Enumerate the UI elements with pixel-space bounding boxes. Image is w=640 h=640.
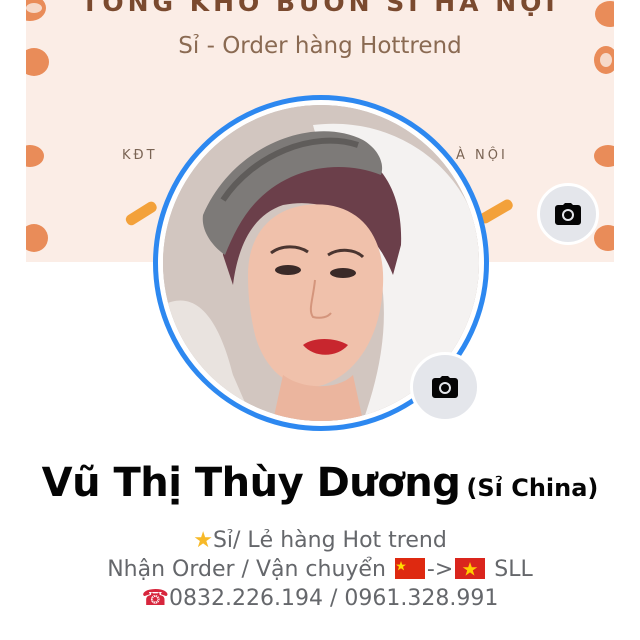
bio-line-2-arrow: -> — [426, 557, 454, 582]
profile-name-row: Vũ Thị Thùy Dương (Sỉ China) — [0, 460, 640, 506]
bio-line-3-text: 0832.226.194 / 0961.328.991 — [169, 586, 499, 611]
profile-name: Vũ Thị Thùy Dương — [41, 460, 461, 506]
bio-line-2: Nhận Order / Vận chuyển -> SLL — [0, 555, 640, 584]
telephone-icon: ☎ — [141, 586, 170, 611]
bio-line-1: ★Sỉ/ Lẻ hàng Hot trend — [0, 526, 640, 555]
profile-alternate-name: (Sỉ China) — [466, 474, 599, 502]
cover-camera-button[interactable] — [537, 183, 599, 245]
camera-icon — [432, 376, 458, 398]
camera-icon — [555, 203, 581, 225]
bio-line-1-text: Sỉ/ Lẻ hàng Hot trend — [212, 528, 447, 553]
vietnam-flag-icon — [455, 558, 486, 579]
profile-camera-button[interactable] — [410, 352, 480, 422]
bio-line-2-text: Nhận Order / Vận chuyển — [107, 557, 386, 582]
star-icon: ★ — [193, 528, 213, 553]
bio-line-3: ☎0832.226.194 / 0961.328.991 — [0, 584, 640, 613]
china-flag-icon — [394, 558, 425, 579]
bio-line-2-suffix: SLL — [494, 557, 533, 582]
profile-bio: ★Sỉ/ Lẻ hàng Hot trend Nhận Order / Vận … — [0, 526, 640, 613]
